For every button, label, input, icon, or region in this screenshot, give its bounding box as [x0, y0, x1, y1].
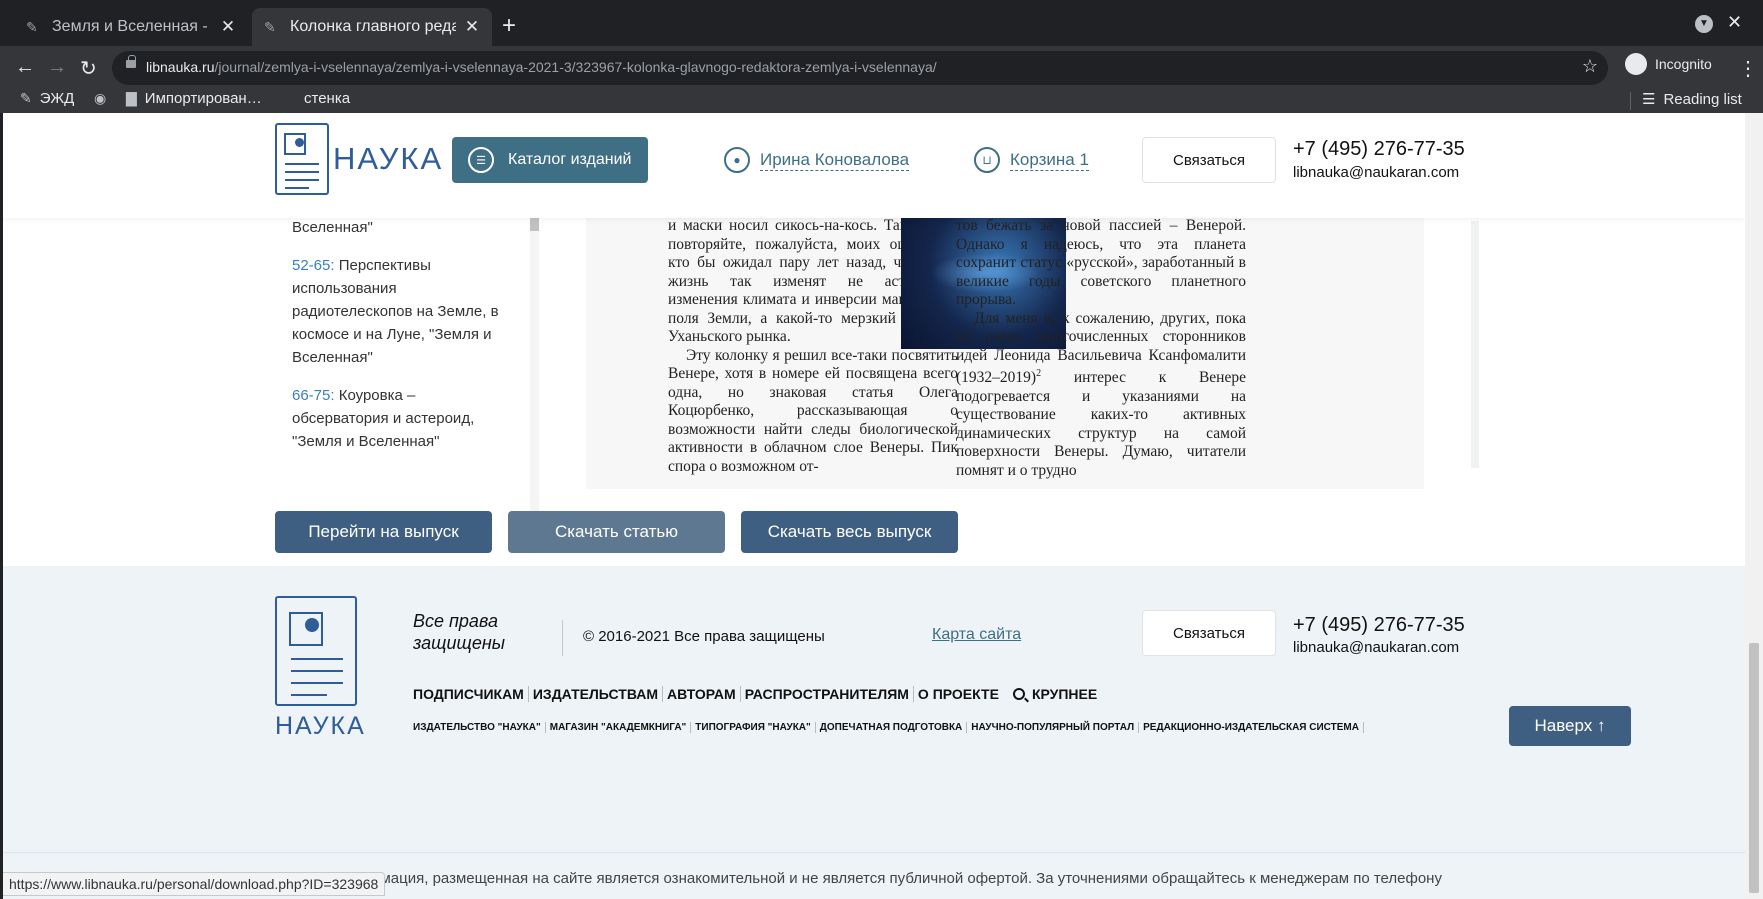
footer-contact-button[interactable]: Связаться: [1142, 610, 1276, 656]
url-text: libnauka.ru/journal/zemlya-i-vselennaya/…: [146, 59, 937, 75]
subnav-link[interactable]: РЕДАКЦИОННО-ИЗДАТЕЛЬСКАЯ СИСТЕМА: [1139, 722, 1364, 733]
new-tab-icon[interactable]: +: [502, 12, 516, 40]
globe-icon: ◉: [94, 90, 107, 106]
subnav-link[interactable]: ТИПОГРАФИЯ "НАУКА": [691, 722, 816, 733]
close-tab-icon[interactable]: ✕: [464, 17, 480, 37]
divider: [562, 620, 563, 656]
bookmark-globe[interactable]: ◉: [94, 90, 106, 107]
disclaimer-text: Вся информация, размещенная на сайте явл…: [305, 870, 1442, 887]
lock-icon: [126, 55, 136, 68]
zoom-larger-button[interactable]: КРУПНЕЕ: [1003, 686, 1101, 702]
tab-title: Земля и Вселенная - libn: [52, 18, 212, 35]
sitemap-link[interactable]: Карта сайта: [932, 626, 1021, 644]
table-of-contents: сюрпризов, "Земля и Вселенная" 52-65: Пе…: [275, 183, 539, 563]
subnav-link[interactable]: ИЗДАТЕЛЬСТВО "НАУКА": [413, 722, 546, 733]
phone-number[interactable]: +7 (495) 276-77-35: [1293, 138, 1465, 161]
site-header: НАУКА ☰ Каталог изданий ● Ирина Коновало…: [3, 113, 1745, 218]
article-scrollbar[interactable]: [1471, 221, 1479, 468]
nauka-logo[interactable]: НАУКА: [275, 123, 443, 195]
nav-publishers[interactable]: ИЗДАТЕЛЬСТВАМ: [527, 686, 662, 702]
nav-subscribers[interactable]: ПОДПИСЧИКАМ: [413, 686, 528, 702]
tab-search-icon[interactable]: ▼: [1695, 15, 1713, 33]
reading-list-icon: ☰: [1642, 91, 1656, 108]
subnav-link[interactable]: МАГАЗИН "АКАДЕМКНИГА": [546, 722, 692, 733]
document-icon: [275, 123, 329, 195]
download-issue-button[interactable]: Скачать весь выпуск: [741, 511, 958, 553]
footer-main-nav: ПОДПИСЧИКАМ ИЗДАТЕЛЬСТВАМ АВТОРАМ РАСПРО…: [413, 686, 1101, 702]
nav-authors[interactable]: АВТОРАМ: [662, 686, 740, 702]
satellite-icon: ✎: [26, 19, 38, 35]
copyright-text: © 2016-2021 Все права защищены: [583, 628, 825, 645]
contact-button[interactable]: Связаться: [1142, 137, 1276, 183]
reload-icon[interactable]: ↻: [80, 56, 97, 81]
bookmarks-bar: ✎ ЭЖД ◉ ▇ Импортирован… стенка ☰ Reading…: [0, 90, 1763, 113]
back-icon[interactable]: ←: [15, 56, 35, 79]
cart-link[interactable]: ⊔ Корзина 1: [974, 147, 1089, 173]
subnav-link[interactable]: ДОПЕЧАТНАЯ ПОДГОТОВКА: [816, 722, 968, 733]
toc-item[interactable]: 66-75: Коуровка – обсерватория и астерои…: [292, 384, 502, 453]
incognito-icon: [1625, 53, 1647, 75]
incognito-indicator[interactable]: Incognito: [1625, 53, 1712, 75]
page-scroll-thumb[interactable]: [1749, 643, 1759, 893]
footer-logo-text: НАУКА: [275, 712, 366, 740]
tab-editor-column[interactable]: ✎ Колонка главного редакт ✕: [252, 8, 492, 46]
tab-title: Колонка главного редакт: [290, 18, 456, 35]
rights-label: Все права защищены: [413, 611, 505, 653]
footer-logo[interactable]: НАУКА: [275, 596, 366, 741]
pen-icon: ✎: [20, 90, 32, 106]
divider: [1630, 92, 1631, 110]
page-scrollbar[interactable]: [1745, 113, 1763, 899]
back-to-top-button[interactable]: Наверх ↑: [1509, 706, 1631, 746]
nav-distributors[interactable]: РАСПРОСТРАНИТЕЛЯМ: [739, 686, 913, 702]
forward-icon[interactable]: →: [47, 56, 67, 79]
browser-menu-icon[interactable]: ⋮: [1738, 56, 1758, 81]
bookmark-star-icon[interactable]: ☆: [1582, 56, 1598, 77]
site-footer: НАУКА Все права защищены © 2016-2021 Все…: [3, 566, 1745, 899]
incognito-label: Incognito: [1655, 56, 1712, 72]
tab-bar: ✎ Земля и Вселенная - libn ✕ ✎ Колонка г…: [0, 0, 1763, 46]
browser-toolbar: ← → ↻ libnauka.ru/journal/zemlya-i-vsele…: [0, 46, 1763, 90]
close-tab-icon[interactable]: ✕: [220, 17, 236, 37]
download-article-button[interactable]: Скачать статью: [508, 511, 725, 553]
article-column-right: тов бежать за новой пассией – Венерой. О…: [956, 217, 1246, 479]
user-icon: ●: [724, 147, 750, 173]
address-bar[interactable]: libnauka.ru/journal/zemlya-i-vselennaya/…: [112, 51, 1608, 85]
close-window-icon[interactable]: ✕: [1727, 12, 1742, 33]
footer-phone[interactable]: +7 (495) 276-77-35: [1293, 614, 1465, 637]
logo-text: НАУКА: [333, 141, 444, 176]
divider: [3, 852, 1745, 853]
footer-sub-nav: ИЗДАТЕЛЬСТВО "НАУКА" МАГАЗИН "АКАДЕМКНИГ…: [413, 722, 1364, 733]
magnifier-icon: [1012, 688, 1025, 700]
goto-issue-button[interactable]: Перейти на выпуск: [275, 511, 492, 553]
email-address[interactable]: libnauka@naukaran.com: [1293, 164, 1459, 181]
toc-item[interactable]: 52-65: Перспективы использования радиоте…: [292, 254, 502, 369]
nav-about[interactable]: О ПРОЕКТЕ: [912, 686, 1003, 702]
document-icon: [275, 596, 357, 706]
toc-scrollbar[interactable]: ▼: [530, 189, 539, 555]
footer-email[interactable]: libnauka@naukaran.com: [1293, 639, 1459, 656]
catalog-button[interactable]: ☰ Каталог изданий: [452, 137, 648, 183]
satellite-icon: ✎: [264, 19, 276, 35]
page-viewport: сюрпризов, "Земля и Вселенная" 52-65: Пе…: [3, 113, 1745, 899]
list-icon: ☰: [468, 147, 494, 173]
user-profile-link[interactable]: ● Ирина Коновалова: [724, 147, 910, 173]
status-url-bubble: https://www.libnauka.ru/personal/downloa…: [3, 872, 386, 896]
reading-list-button[interactable]: ☰ Reading list: [1642, 90, 1742, 109]
folder-icon: ▇: [126, 90, 137, 106]
bookmark-stenka[interactable]: стенка: [304, 90, 350, 107]
bookmark-imported-folder[interactable]: ▇ Импортирован…: [126, 90, 262, 107]
subnav-link[interactable]: НАУЧНО-ПОПУЛЯРНЫЙ ПОРТАЛ: [967, 722, 1140, 733]
bookmark-ezhd[interactable]: ✎ ЭЖД: [20, 90, 74, 107]
cart-icon: ⊔: [974, 147, 1000, 173]
tab-earth-universe[interactable]: ✎ Земля и Вселенная - libn ✕: [14, 8, 248, 46]
